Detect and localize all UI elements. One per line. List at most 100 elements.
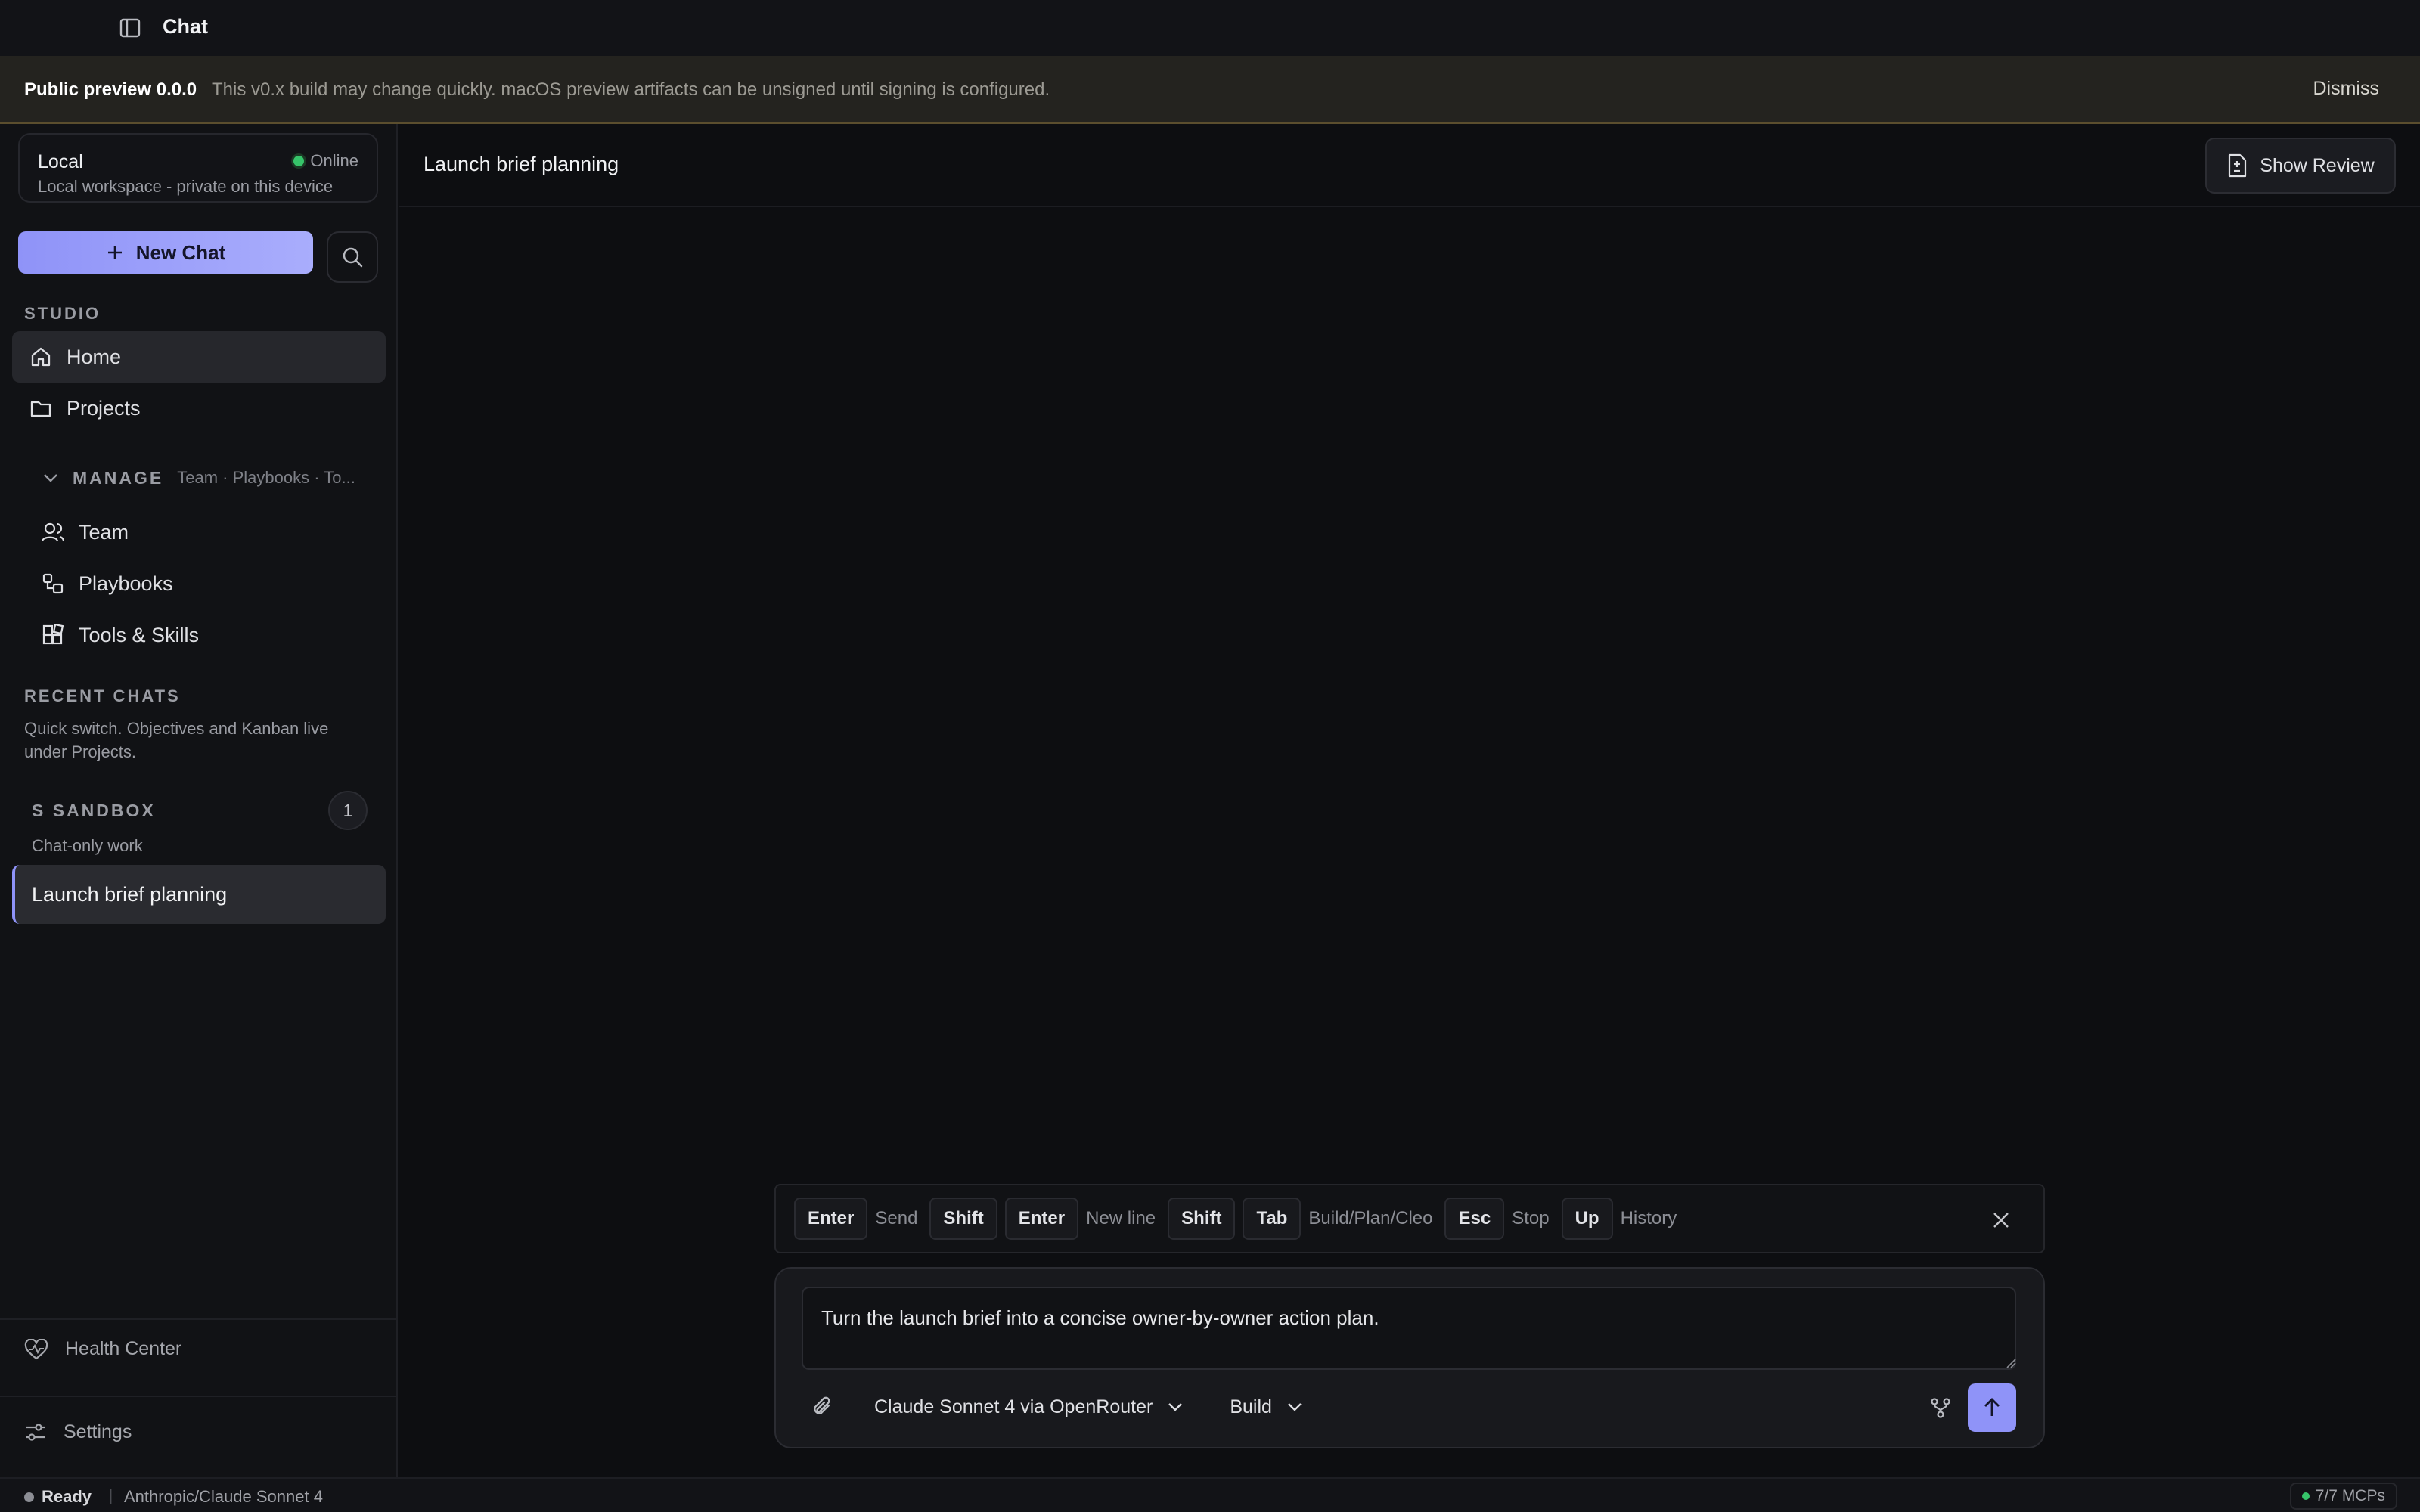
grid-plus-icon — [39, 621, 67, 649]
sidebar-item-home[interactable]: Home — [12, 331, 386, 383]
sidebar-item-label: Playbooks — [79, 572, 173, 595]
kbd-key: Tab — [1243, 1198, 1302, 1240]
workspace-card[interactable]: Local Online Local workspace - private o… — [18, 133, 378, 203]
attach-button[interactable] — [808, 1392, 838, 1422]
playbook-icon — [39, 570, 67, 597]
preview-message: This v0.x build may change quickly. macO… — [212, 79, 1050, 100]
search-button[interactable] — [327, 231, 378, 283]
sidebar-item-playbooks[interactable]: Playbooks — [12, 558, 386, 609]
status-separator: | — [109, 1488, 113, 1504]
workspace-description: Local workspace - private on this device — [38, 177, 334, 196]
chat-composer: Turn the launch brief into a concise own… — [774, 1267, 2045, 1448]
app-title: Chat — [163, 15, 208, 38]
show-review-button[interactable]: Show Review — [2205, 138, 2396, 194]
kbd-description: New line — [1086, 1208, 1156, 1228]
sidebar-item-projects[interactable]: Projects — [12, 383, 386, 434]
studio-section-label: STUDIO — [24, 304, 101, 323]
model-select[interactable]: Claude Sonnet 4 via OpenRouter — [874, 1396, 1183, 1418]
footer-divider — [0, 1396, 396, 1397]
workspace-status: Online — [293, 151, 358, 171]
kbd-description: Build/Plan/Cleo — [1308, 1208, 1433, 1228]
search-icon — [343, 247, 363, 268]
send-button[interactable] — [1968, 1383, 2016, 1432]
status-ready-label: Ready — [42, 1487, 92, 1506]
status-ready: Ready — [24, 1487, 92, 1507]
kbd-key: Shift — [1168, 1198, 1236, 1240]
status-dot-icon — [24, 1492, 34, 1502]
shortcuts-hint-bar: Enter Send Shift Enter New line Shift Ta… — [774, 1184, 2045, 1253]
mcp-status[interactable]: 7/7 MCPs — [2289, 1483, 2397, 1510]
recent-chats-description: Quick switch. Objectives and Kanban live… — [24, 719, 329, 761]
chevron-down-icon — [1168, 1403, 1183, 1411]
show-review-label: Show Review — [2260, 154, 2375, 176]
recent-chats-label: RECENT CHATS — [24, 686, 181, 705]
chevron-down-icon — [1288, 1403, 1302, 1411]
close-icon — [1993, 1213, 2009, 1228]
kbd-key: Shift — [929, 1198, 997, 1240]
message-input[interactable]: Turn the launch brief into a concise own… — [802, 1287, 2016, 1370]
manage-section-toggle[interactable]: MANAGE Team · Playbooks · To... — [42, 463, 355, 493]
kbd-description: Send — [875, 1208, 918, 1228]
new-chat-button[interactable]: New Chat — [18, 231, 313, 274]
manage-summary: Team · Playbooks · To... — [177, 468, 355, 487]
preview-banner: Public preview 0.0.0 This v0.x build may… — [0, 56, 2420, 124]
heart-pulse-icon — [24, 1338, 48, 1359]
conversation-header: Launch brief planning Show Review — [399, 124, 2420, 207]
status-bar: Ready | Anthropic/Claude Sonnet 4 7/7 MC… — [0, 1477, 2420, 1512]
sidebar-item-tools-skills[interactable]: Tools & Skills — [12, 609, 386, 661]
workspace-status-label: Online — [310, 151, 358, 170]
settings-link[interactable]: Settings — [24, 1421, 132, 1443]
mode-select-value: Build — [1230, 1396, 1272, 1418]
status-model: Anthropic/Claude Sonnet 4 — [124, 1487, 323, 1506]
kbd-description: History — [1620, 1208, 1677, 1228]
sliders-icon — [26, 1423, 45, 1441]
footer-divider — [0, 1318, 396, 1320]
online-dot-icon — [293, 156, 305, 166]
title-bar: Chat — [0, 0, 2420, 56]
home-icon — [27, 343, 54, 370]
kbd-description: Stop — [1512, 1208, 1550, 1228]
workspace-name: Local — [38, 151, 83, 172]
folder-icon — [27, 395, 54, 422]
file-diff-icon — [2229, 153, 2247, 178]
settings-label: Settings — [64, 1421, 132, 1442]
plus-icon — [107, 246, 122, 259]
resize-handle-icon[interactable] — [2006, 1358, 2016, 1368]
kbd-key: Enter — [1004, 1198, 1079, 1240]
sidebar-item-label: Home — [67, 345, 122, 368]
preview-tag: Public preview 0.0.0 — [24, 79, 197, 100]
kbd-key: Esc — [1444, 1198, 1505, 1240]
users-icon — [39, 519, 67, 546]
branch-icon — [1931, 1398, 1950, 1418]
chevron-down-icon — [44, 474, 57, 482]
sidebar-toggle-icon — [119, 18, 141, 38]
sandbox-count-badge: 1 — [328, 791, 368, 830]
composer-toolbar: Claude Sonnet 4 via OpenRouter Build — [802, 1382, 2016, 1432]
paperclip-icon — [814, 1396, 830, 1414]
sandbox-label: S SANDBOX — [32, 800, 156, 820]
mcp-status-label: 7/7 MCPs — [2315, 1487, 2385, 1504]
kbd-key: Up — [1561, 1198, 1613, 1240]
sidebar-item-label: Team — [79, 520, 129, 544]
sidebar: Local Online Local workspace - private o… — [0, 124, 398, 1477]
sandbox-group-header[interactable]: S SANDBOX 1 — [32, 789, 368, 832]
mcp-online-dot-icon — [2301, 1492, 2310, 1500]
new-chat-label: New Chat — [135, 240, 226, 264]
conversation-title: Launch brief planning — [424, 153, 619, 175]
health-center-link[interactable]: Health Center — [24, 1338, 182, 1360]
branch-button[interactable] — [1927, 1394, 1954, 1421]
dismiss-button[interactable]: Dismiss — [2313, 78, 2380, 100]
sidebar-item-label: Tools & Skills — [79, 623, 200, 646]
health-center-label: Health Center — [65, 1338, 182, 1359]
model-select-value: Claude Sonnet 4 via OpenRouter — [874, 1396, 1153, 1418]
chat-item-launch-brief[interactable]: Launch brief planning — [12, 865, 386, 924]
kbd-key: Enter — [794, 1198, 868, 1240]
mode-select[interactable]: Build — [1230, 1396, 1302, 1418]
manage-label: MANAGE — [73, 467, 164, 488]
close-shortcuts-button[interactable] — [1989, 1208, 2013, 1232]
sandbox-description: Chat-only work — [32, 836, 143, 855]
sidebar-toggle-button[interactable] — [118, 17, 142, 39]
sidebar-item-label: Projects — [67, 396, 141, 420]
arrow-up-icon — [1984, 1398, 2000, 1416]
sidebar-item-team[interactable]: Team — [12, 507, 386, 558]
